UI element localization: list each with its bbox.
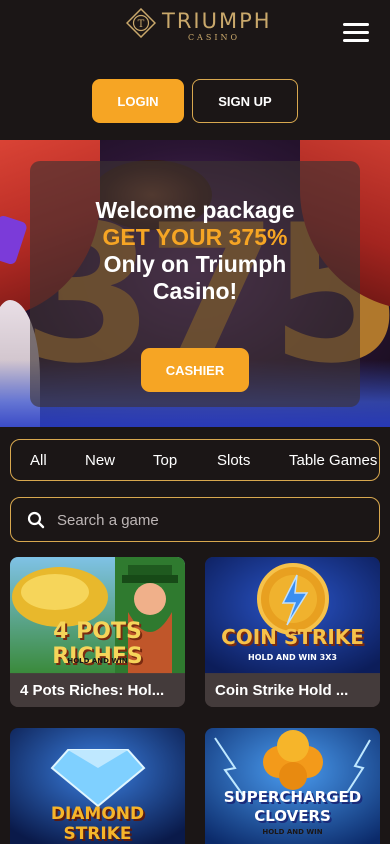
promo-text: Welcome package GET YOUR 375% Only on Tr… <box>30 197 360 305</box>
game-title: Coin Strike Hold ... <box>205 673 380 707</box>
signup-button[interactable]: SIGN UP <box>192 79 298 123</box>
search-icon <box>27 511 45 529</box>
header: T TRIUMPH CASINO <box>0 0 390 64</box>
tab-top[interactable]: Top <box>153 440 177 480</box>
search-input[interactable] <box>57 500 367 540</box>
svg-text:T: T <box>138 19 145 30</box>
hamburger-menu-icon[interactable] <box>340 18 372 46</box>
tab-table-games[interactable]: Table Games <box>289 440 377 480</box>
game-art-title: COIN STRIKE <box>221 625 364 649</box>
promo-line-2: GET YOUR 375% <box>102 224 288 250</box>
brand-title: TRIUMPH <box>162 9 272 33</box>
tab-slots[interactable]: Slots <box>217 440 250 480</box>
triumph-logo[interactable]: T TRIUMPH CASINO <box>126 8 270 44</box>
brand-subtitle: CASINO <box>187 33 241 42</box>
game-art-subtitle: HOLD AND WIN 3X3 <box>248 653 337 662</box>
logo-emblem-icon: T <box>126 8 156 38</box>
tab-all[interactable]: All <box>30 440 47 480</box>
game-card-supercharged-clovers[interactable]: SUPERCHARGED CLOVERS HOLD AND WIN <box>205 728 380 844</box>
tab-new[interactable]: New <box>85 440 115 480</box>
game-card-coin-strike[interactable]: COIN STRIKE HOLD AND WIN 3X3 Coin Strike… <box>205 557 380 707</box>
cashier-button[interactable]: CASHIER <box>141 348 249 392</box>
game-art-subtitle: HOLD AND WIN <box>67 657 128 665</box>
login-button[interactable]: LOGIN <box>92 79 184 123</box>
game-art-title: SUPERCHARGED CLOVERS <box>223 788 362 825</box>
game-card-4-pots-riches[interactable]: 4 POTS RICHES HOLD AND WIN 4 Pots Riches… <box>10 557 185 707</box>
category-tabs: All New Top Slots Table Games <box>10 439 380 481</box>
promo-line-1: Welcome package <box>95 197 295 223</box>
search-box <box>10 497 380 542</box>
game-thumbnail-supercharged-clovers <box>205 728 380 844</box>
game-title: 4 Pots Riches: Hol... <box>10 673 185 707</box>
game-art-title: DIAMOND STRIKE <box>50 804 145 844</box>
promo-line-4: Casino! <box>152 278 238 304</box>
promo-line-3: Only on Triumph <box>103 251 287 277</box>
game-card-diamond-strike[interactable]: DIAMOND STRIKE <box>10 728 185 844</box>
game-art-subtitle: HOLD AND WIN <box>262 828 323 836</box>
